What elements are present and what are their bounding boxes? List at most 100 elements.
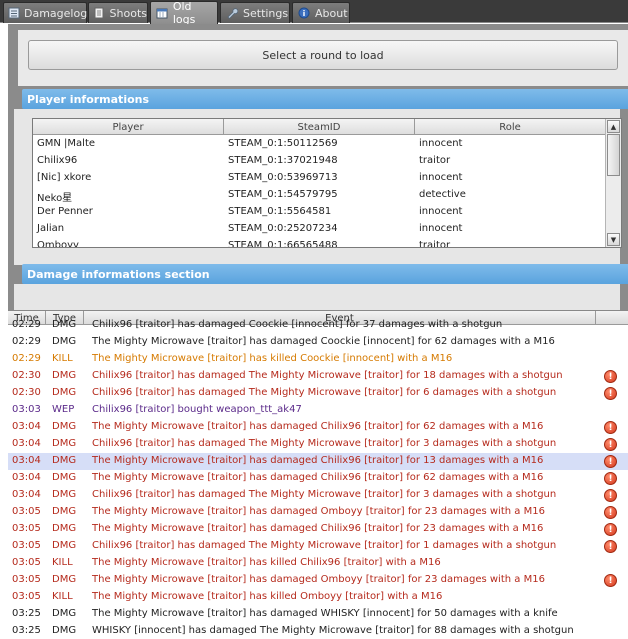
log-time: 03:05 [12, 506, 41, 517]
log-time: 03:05 [12, 574, 41, 585]
load-area: Select a round to load [18, 30, 628, 86]
log-row[interactable]: 03:05 KILL The Mighty Microwave [traitor] … [8, 555, 628, 572]
player-name: Der Penner [37, 206, 93, 217]
log-time: 03:04 [12, 455, 41, 466]
player-row[interactable]: [Nic] xkore STEAM_0:0:53969713 innocent [33, 170, 605, 187]
log-time: 03:04 [12, 421, 41, 432]
log-time: 03:25 [12, 625, 41, 636]
log-event: The Mighty Microwave [traitor] has kille… [92, 353, 453, 364]
log-row[interactable]: 03:25 DMG WHISKY [innocent] has damaged Th… [8, 623, 628, 639]
log-type: DMG [52, 455, 77, 466]
player-row[interactable]: Omboyy STEAM_0:1:66565488 traitor [33, 238, 605, 248]
player-role: traitor [419, 155, 451, 166]
log-row[interactable]: 03:04 DMG Chilix96 [traitor] has damaged T… [8, 487, 628, 504]
log-row[interactable]: 03:05 DMG The Mighty Microwave [traitor] h… [8, 504, 628, 521]
column-steamid[interactable]: SteamID [224, 119, 415, 135]
log-event: The Mighty Microwave [traitor] has damag… [92, 523, 544, 534]
log-row[interactable]: 03:05 DMG The Mighty Microwave [traitor] h… [8, 521, 628, 538]
log-type: DMG [52, 608, 77, 619]
player-row[interactable]: GMN |Malte STEAM_0:1:50112569 innocent [33, 136, 605, 153]
player-role: innocent [419, 138, 463, 149]
tab-label: Damagelog [24, 6, 88, 20]
log-type: DMG [52, 370, 77, 381]
column-player[interactable]: Player [33, 119, 224, 135]
log-row[interactable]: 03:04 DMG The Mighty Microwave [traitor] h… [8, 470, 628, 487]
player-role: traitor [419, 240, 451, 248]
log-type: WEP [52, 404, 75, 415]
log-row[interactable]: 02:29 DMG Chilix96 [traitor] has damaged C… [8, 317, 628, 334]
warning-icon: ! [604, 506, 617, 519]
list-icon [8, 6, 20, 20]
log-row[interactable]: 02:30 DMG Chilix96 [traitor] has damaged T… [8, 385, 628, 402]
player-row[interactable]: Der Penner STEAM_0:1:5564581 innocent [33, 204, 605, 221]
damage-section-body [14, 284, 620, 310]
log-event: The Mighty Microwave [traitor] has damag… [92, 336, 555, 347]
log-row[interactable]: 03:05 DMG The Mighty Microwave [traitor] h… [8, 572, 628, 589]
log-type: KILL [52, 591, 73, 602]
tab-damagelog[interactable]: Damagelog [3, 2, 87, 23]
player-section-header[interactable]: Player informations [22, 89, 628, 109]
log-type: DMG [52, 319, 77, 330]
log-event: The Mighty Microwave [traitor] has kille… [92, 591, 443, 602]
player-row[interactable]: Jalian STEAM_0:0:25207234 innocent [33, 221, 605, 238]
log-time: 02:29 [12, 319, 41, 330]
tab-shoots[interactable]: Shoots [88, 2, 148, 23]
player-row[interactable]: Chilix96 STEAM_0:1:37021948 traitor [33, 153, 605, 170]
player-name: Omboyy [37, 240, 79, 248]
scroll-up-icon[interactable]: ▲ [607, 120, 620, 133]
log-type: DMG [52, 625, 77, 636]
tab-old-logs[interactable]: Old logs [150, 0, 218, 26]
tab-settings[interactable]: Settings [220, 2, 290, 23]
log-time: 03:04 [12, 472, 41, 483]
log-row[interactable]: 03:25 DMG The Mighty Microwave [traitor] h… [8, 606, 628, 623]
player-steamid: STEAM_0:0:53969713 [228, 172, 338, 183]
log-row[interactable]: 03:05 DMG Chilix96 [traitor] has damaged T… [8, 538, 628, 555]
select-round-button[interactable]: Select a round to load [28, 40, 618, 70]
warning-icon: ! [604, 540, 617, 553]
player-steamid: STEAM_0:1:66565488 [228, 240, 338, 248]
log-row[interactable]: 03:04 DMG The Mighty Microwave [traitor] h… [8, 419, 628, 436]
player-role: detective [419, 189, 466, 200]
player-row[interactable]: Neko星 STEAM_0:1:54579795 detective [33, 187, 605, 204]
log-row[interactable]: 03:04 DMG Chilix96 [traitor] has damaged T… [8, 436, 628, 453]
column-role[interactable]: Role [415, 119, 605, 135]
log-row[interactable]: 03:03 WEP Chilix96 [traitor] bought weapon… [8, 402, 628, 419]
log-time: 03:03 [12, 404, 41, 415]
log-row[interactable]: 03:05 KILL The Mighty Microwave [traitor] … [8, 589, 628, 606]
player-name: Chilix96 [37, 155, 78, 166]
warning-icon: ! [604, 472, 617, 485]
log-row[interactable]: 02:29 DMG The Mighty Microwave [traitor] h… [8, 334, 628, 351]
log-row[interactable]: 02:29 KILL The Mighty Microwave [traitor] … [8, 351, 628, 368]
log-event: The Mighty Microwave [traitor] has damag… [92, 455, 544, 466]
log-event: WHISKY [innocent] has damaged The Mighty… [92, 625, 574, 636]
tab-about[interactable]: About [292, 2, 350, 23]
wrench-icon [225, 6, 239, 20]
player-steamid: STEAM_0:0:25207234 [228, 223, 338, 234]
log-event: Chilix96 [traitor] has damaged The Might… [92, 387, 557, 398]
log-type: DMG [52, 574, 77, 585]
player-role: innocent [419, 172, 463, 183]
damage-section-header[interactable]: Damage informations section [22, 264, 628, 284]
tab-bar: Damagelog Shoots Old logs Settings About [0, 0, 628, 26]
warning-icon: ! [604, 438, 617, 451]
scroll-down-icon[interactable]: ▼ [607, 233, 620, 246]
player-name: Jalian [37, 223, 65, 234]
log-time: 02:29 [12, 353, 41, 364]
player-list-scrollbar[interactable]: ▲ ▼ [605, 119, 621, 247]
log-row[interactable]: 03:04 DMG The Mighty Microwave [traitor] h… [8, 453, 628, 470]
player-name: Neko星 [37, 193, 73, 204]
log-event: Chilix96 [traitor] has damaged Coockie [… [92, 319, 503, 330]
log-time: 03:25 [12, 608, 41, 619]
log-time: 02:29 [12, 336, 41, 347]
log-row[interactable]: 02:30 DMG Chilix96 [traitor] has damaged T… [8, 368, 628, 385]
log-type: DMG [52, 506, 77, 517]
log-event: The Mighty Microwave [traitor] has kille… [92, 557, 441, 568]
log-time: 02:30 [12, 370, 41, 381]
log-time: 03:05 [12, 540, 41, 551]
tab-label: Old logs [172, 0, 196, 26]
scroll-thumb[interactable] [607, 134, 620, 176]
log-type: DMG [52, 336, 77, 347]
player-steamid: STEAM_0:1:50112569 [228, 138, 338, 149]
player-list-header: Player SteamID Role [33, 119, 605, 135]
player-steamid: STEAM_0:1:54579795 [228, 189, 338, 200]
